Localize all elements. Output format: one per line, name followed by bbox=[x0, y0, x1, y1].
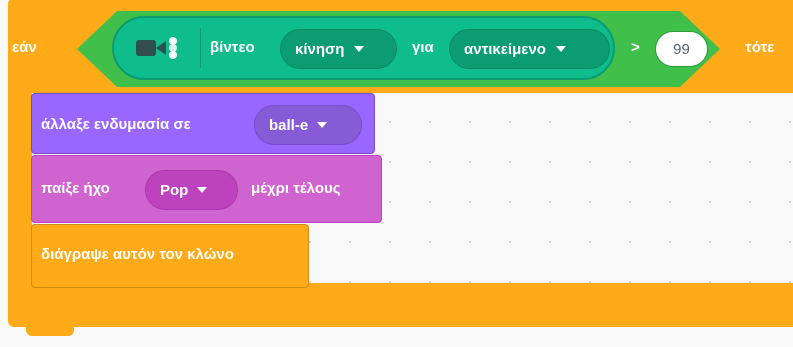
costume-value: ball-e bbox=[269, 116, 309, 134]
play-sound-label: παίξε ήχο bbox=[41, 180, 110, 197]
video-target-value: αντικείμενο bbox=[464, 40, 546, 58]
if-label: εάν bbox=[12, 39, 37, 56]
until-done-label: μέχρι τέλους bbox=[251, 180, 341, 197]
caret-down-icon bbox=[197, 187, 208, 193]
caret-down-icon bbox=[555, 46, 566, 52]
if-block-arm bbox=[8, 88, 32, 288]
delete-clone-label: διάγραψε αυτόν τον κλώνο bbox=[41, 246, 234, 263]
switch-costume-label: άλλαξε ενδυμασία σε bbox=[41, 116, 191, 133]
costume-dropdown[interactable]: ball-e bbox=[254, 105, 362, 145]
video-label: βίντεο bbox=[210, 39, 255, 56]
then-label: τότε bbox=[745, 39, 775, 56]
reporter-separator bbox=[200, 28, 201, 68]
for-label: για bbox=[412, 39, 434, 56]
video-target-dropdown[interactable]: αντικείμενο bbox=[449, 29, 610, 69]
greater-than-symbol: > bbox=[631, 39, 640, 56]
video-attribute-value: κίνηση bbox=[295, 40, 345, 58]
video-attribute-dropdown[interactable]: κίνηση bbox=[280, 29, 397, 69]
if-block-footer bbox=[8, 283, 793, 327]
caret-down-icon bbox=[317, 122, 328, 128]
compare-value-input[interactable]: 99 bbox=[655, 31, 708, 67]
sound-dropdown[interactable]: Pop bbox=[145, 170, 238, 210]
caret-down-icon bbox=[354, 46, 365, 52]
video-sensing-icon bbox=[136, 36, 180, 65]
sound-value: Pop bbox=[160, 181, 189, 199]
if-block-bottom-notch bbox=[26, 326, 74, 336]
